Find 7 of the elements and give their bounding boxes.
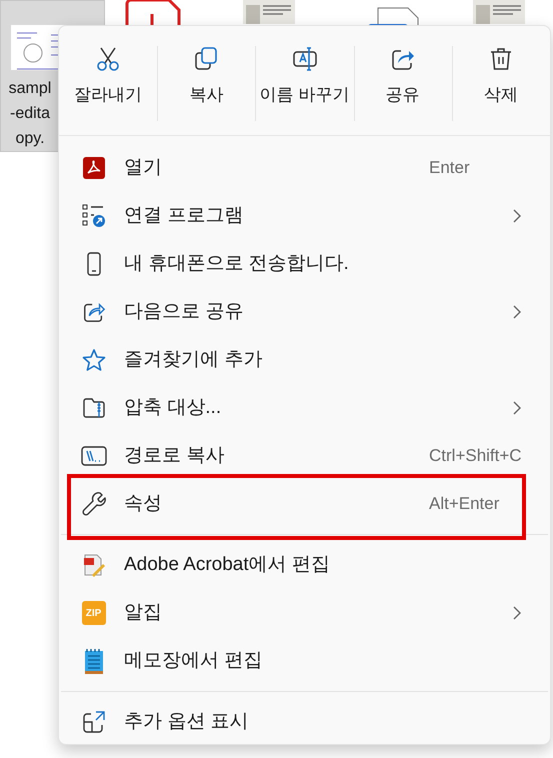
zip-icon: ZIP: [82, 601, 106, 625]
shortcut-text: Enter: [429, 157, 470, 180]
shortcut-text: Ctrl+Shift+C: [429, 445, 522, 468]
shortcut-text: Alt+Enter: [429, 493, 500, 516]
file-name: -edita: [10, 104, 50, 124]
file-name: sampl: [8, 79, 52, 99]
file-name: opy.: [15, 129, 45, 149]
